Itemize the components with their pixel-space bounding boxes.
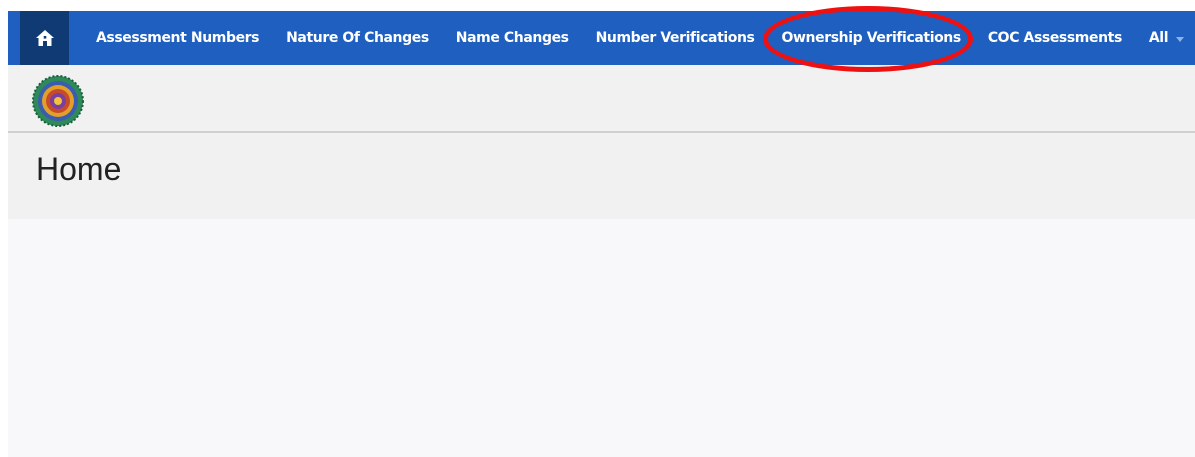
home-icon: [35, 29, 55, 47]
nav-menu: Assessment Numbers Nature Of Changes Nam…: [69, 11, 1185, 65]
nav-item-number-verifications[interactable]: Number Verifications: [596, 11, 755, 65]
emblem-logo[interactable]: [32, 75, 84, 127]
page-header: Home: [8, 133, 1195, 219]
nav-item-ownership-verifications[interactable]: Ownership Verifications: [782, 11, 962, 65]
nav-item-assessment-numbers[interactable]: Assessment Numbers: [96, 11, 260, 65]
chevron-down-icon: [1176, 36, 1185, 42]
page-title: Home: [36, 151, 122, 187]
home-button[interactable]: [20, 11, 69, 65]
nav-item-nature-of-changes[interactable]: Nature Of Changes: [286, 11, 429, 65]
main-content: [8, 219, 1195, 457]
nav-item-coc-assessments[interactable]: COC Assessments: [988, 11, 1122, 65]
logo-bar: [8, 65, 1195, 133]
left-gutter: [0, 0, 8, 457]
nav-item-name-changes[interactable]: Name Changes: [456, 11, 569, 65]
nav-all-label: All: [1148, 30, 1169, 46]
top-navbar: Assessment Numbers Nature Of Changes Nam…: [8, 11, 1195, 65]
app-frame: Assessment Numbers Nature Of Changes Nam…: [0, 0, 1195, 457]
nav-item-all-dropdown[interactable]: All: [1148, 11, 1185, 65]
